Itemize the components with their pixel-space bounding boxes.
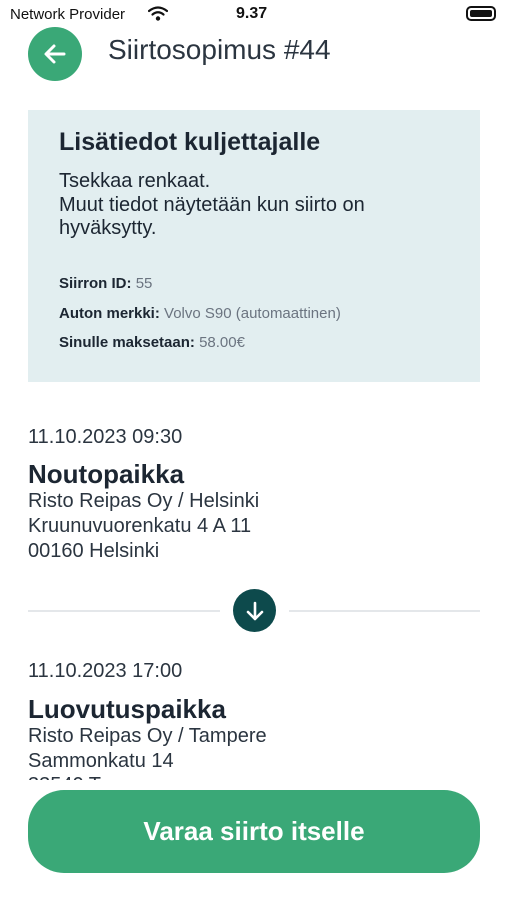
payment-field: Sinulle maksetaan: 58.00€ xyxy=(59,334,245,351)
dropoff-company: Risto Reipas Oy / Tampere xyxy=(28,725,267,747)
status-bar: Network Provider 9.37 xyxy=(0,0,507,30)
back-button[interactable] xyxy=(28,27,82,81)
pickup-company: Risto Reipas Oy / Helsinki xyxy=(28,490,260,512)
note-line: Tsekkaa renkaat. xyxy=(59,170,211,192)
transfer-id-label: Siirron ID: xyxy=(59,275,132,292)
card-heading: Lisätiedot kuljettajalle xyxy=(59,128,321,156)
clock: 9.37 xyxy=(236,5,268,22)
pickup-title: Noutopaikka xyxy=(28,459,185,489)
wifi-icon xyxy=(147,6,169,26)
arrow-left-icon xyxy=(44,44,66,64)
dropoff-datetime: 11.10.2023 17:00 xyxy=(28,660,183,682)
payment-label: Sinulle maksetaan: xyxy=(59,334,195,351)
pickup-city: 00160 Helsinki xyxy=(28,540,160,562)
car-brand-field: Auton merkki: Volvo S90 (automaattinen) xyxy=(59,305,341,322)
battery-icon xyxy=(466,6,496,21)
transfer-id-field: Siirron ID: 55 xyxy=(59,275,152,292)
reserve-transfer-button[interactable]: Varaa siirto itselle xyxy=(28,790,480,873)
note-line: hyväksytty. xyxy=(59,217,157,239)
pickup-street: Kruunuvuorenkatu 4 A 11 xyxy=(28,515,252,537)
dropoff-title: Luovutuspaikka xyxy=(28,694,226,724)
transfer-id-value: 55 xyxy=(135,275,153,292)
divider-left xyxy=(28,610,220,612)
pickup-datetime: 11.10.2023 09:30 xyxy=(28,426,183,448)
dropoff-street: Sammonkatu 14 xyxy=(28,750,174,772)
page-title: Siirtosopimus #44 xyxy=(108,34,331,65)
driver-info-card: Lisätiedot kuljettajalle Tsekkaa renkaat… xyxy=(28,110,480,382)
arrow-down-icon xyxy=(246,601,263,620)
note-line: Muut tiedot näytetään kun siirto on xyxy=(59,194,365,216)
divider-right xyxy=(289,610,480,612)
car-brand-value: Volvo S90 (automaattinen) xyxy=(164,305,341,322)
route-arrow xyxy=(233,589,276,632)
carrier-name: Network Provider xyxy=(10,6,126,23)
payment-value: 58.00€ xyxy=(199,334,245,351)
car-brand-label: Auton merkki: xyxy=(59,305,160,322)
